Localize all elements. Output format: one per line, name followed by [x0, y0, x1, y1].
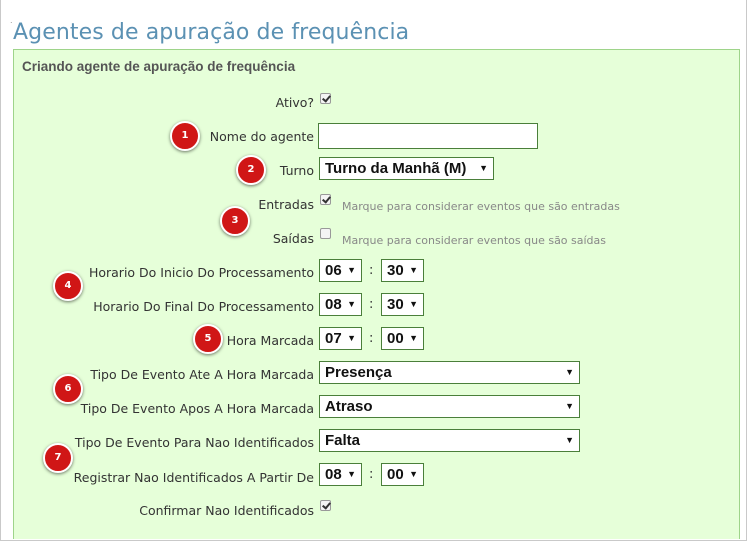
badge-3: 3	[220, 206, 250, 236]
ate-select[interactable]: Presença ▼	[319, 361, 580, 384]
turno-select[interactable]: Turno da Manhã (M) ▼	[319, 157, 494, 180]
saidas-hint: Marque para considerar eventos que são s…	[342, 234, 607, 247]
chevron-down-icon: ▼	[479, 163, 488, 173]
time-separator: :	[369, 467, 374, 482]
chevron-down-icon: ▼	[565, 435, 574, 445]
registrar-minute-select[interactable]: 00 ▼	[381, 463, 424, 486]
saidas-label: Saídas	[272, 231, 314, 246]
nao-ident-value: Falta	[325, 432, 361, 449]
inicio-hour-value: 06	[325, 262, 342, 279]
inicio-hour-select[interactable]: 06 ▼	[319, 259, 362, 282]
chevron-down-icon: ▼	[409, 265, 418, 275]
badge-6: 6	[53, 374, 83, 404]
chevron-down-icon: ▼	[565, 401, 574, 411]
ativo-checkbox[interactable]	[320, 93, 331, 104]
time-separator: :	[369, 297, 374, 312]
inicio-minute-select[interactable]: 30 ▼	[381, 259, 424, 282]
saidas-checkbox[interactable]	[320, 228, 331, 239]
nao-ident-select[interactable]: Falta ▼	[319, 429, 580, 452]
entradas-hint: Marque para considerar eventos que são e…	[342, 200, 620, 213]
final-hour-value: 08	[325, 296, 342, 313]
registrar-hour-value: 08	[325, 466, 342, 483]
apos-label: Tipo De Evento Apos A Hora Marcada	[80, 401, 314, 416]
entradas-label: Entradas	[258, 197, 314, 212]
hora-marcada-minute-select[interactable]: 00 ▼	[381, 327, 424, 350]
ate-label: Tipo De Evento Ate A Hora Marcada	[90, 367, 314, 382]
ativo-label: Ativo?	[275, 95, 314, 110]
confirmar-checkbox[interactable]	[320, 500, 331, 511]
final-minute-select[interactable]: 30 ▼	[381, 293, 424, 316]
chevron-down-icon: ▼	[347, 333, 356, 343]
chevron-down-icon: ▼	[409, 333, 418, 343]
time-separator: :	[369, 331, 374, 346]
page-title: Agentes de apuração de frequência	[13, 20, 410, 45]
final-minute-value: 30	[387, 296, 404, 313]
panel-title: Criando agente de apuração de frequência	[22, 59, 296, 74]
confirmar-label: Confirmar Nao Identificados	[139, 503, 314, 518]
apos-value: Atraso	[325, 398, 373, 415]
turno-label: Turno	[279, 163, 314, 178]
registrar-hour-select[interactable]: 08 ▼	[319, 463, 362, 486]
nome-label: Nome do agente	[209, 129, 314, 144]
ate-value: Presença	[325, 364, 392, 381]
badge-5: 5	[193, 324, 223, 354]
hora-marcada-label: Hora Marcada	[226, 333, 314, 348]
entradas-checkbox[interactable]	[320, 194, 331, 205]
final-label: Horario Do Final Do Processamento	[93, 299, 314, 314]
time-separator: :	[369, 263, 374, 278]
inicio-minute-value: 30	[387, 262, 404, 279]
registrar-minute-value: 00	[387, 466, 404, 483]
nome-input[interactable]	[318, 123, 538, 149]
hora-marcada-minute-value: 00	[387, 330, 404, 347]
badge-2: 2	[236, 155, 266, 185]
badge-7: 7	[43, 443, 73, 473]
chevron-down-icon: ▼	[409, 469, 418, 479]
hora-marcada-hour-value: 07	[325, 330, 342, 347]
chevron-down-icon: ▼	[347, 469, 356, 479]
chevron-down-icon: ▼	[347, 299, 356, 309]
badge-4: 4	[53, 271, 83, 301]
chevron-down-icon: ▼	[409, 299, 418, 309]
chevron-down-icon: ▼	[565, 367, 574, 377]
nao-ident-label: Tipo De Evento Para Nao Identificados	[74, 435, 314, 450]
badge-1: 1	[170, 121, 200, 151]
hora-marcada-hour-select[interactable]: 07 ▼	[319, 327, 362, 350]
registrar-label: Registrar Nao Identificados A Partir De	[73, 470, 314, 485]
turno-value: Turno da Manhã (M)	[325, 160, 467, 177]
final-hour-select[interactable]: 08 ▼	[319, 293, 362, 316]
apos-select[interactable]: Atraso ▼	[319, 395, 580, 418]
chevron-down-icon: ▼	[347, 265, 356, 275]
inicio-label: Horario Do Inicio Do Processamento	[88, 265, 314, 280]
